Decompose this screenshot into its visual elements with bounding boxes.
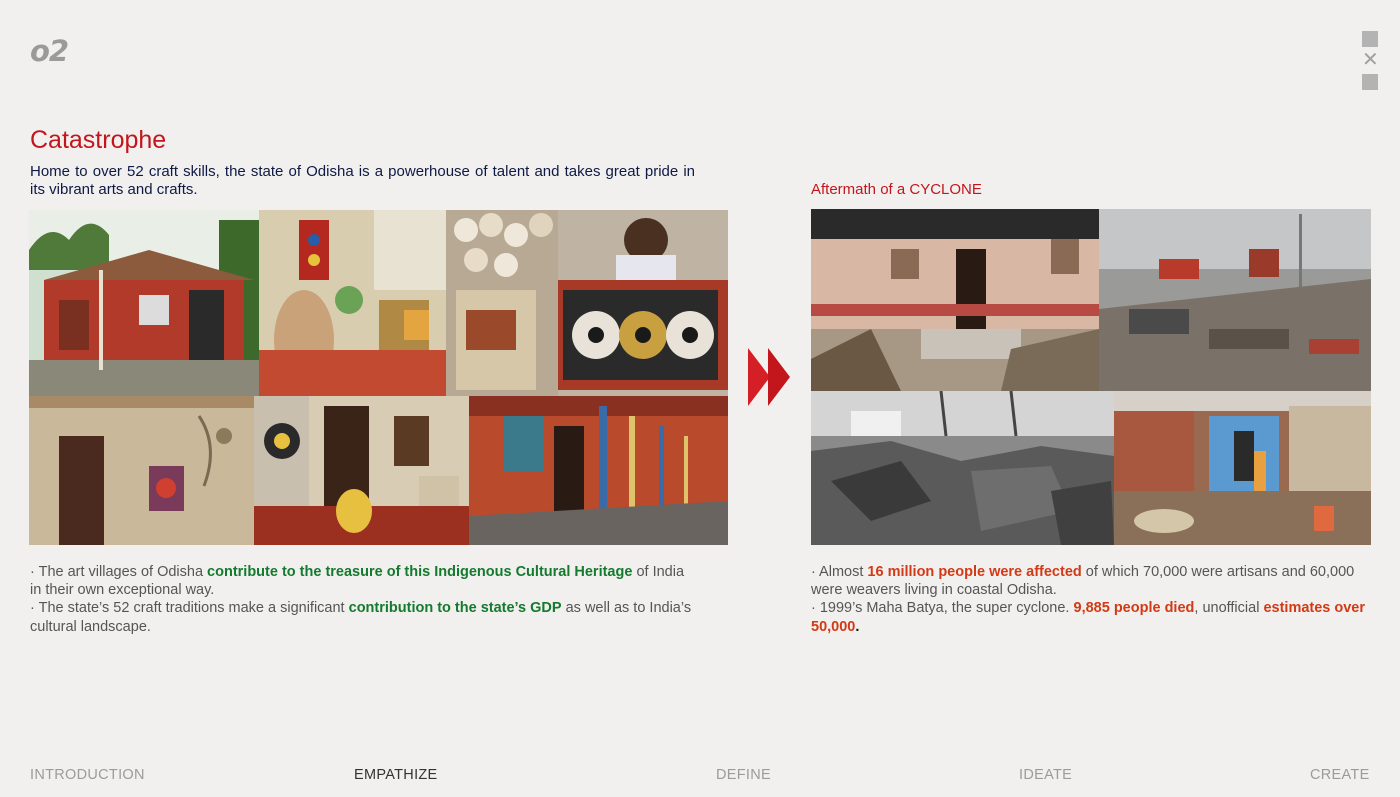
nav-create[interactable]: CREATE (1310, 767, 1370, 783)
aftermath-heading: Aftermath of a CYCLONE (811, 181, 982, 198)
mural-wall-photo (29, 396, 254, 545)
minimize-square-icon[interactable] (1362, 31, 1378, 47)
nav-define[interactable]: DEFINE (716, 767, 771, 783)
gdp-highlight: contribution to the state’s GDP (348, 600, 562, 617)
nav-empathize[interactable]: EMPATHIZE (354, 767, 438, 783)
affected-highlight: 16 million people were affected (867, 564, 1082, 580)
intro-text: Home to over 52 craft skills, the state … (30, 163, 695, 198)
painted-masks-photo (259, 210, 446, 396)
nav-ideate[interactable]: IDEATE (1019, 767, 1072, 783)
ruined-homes-photo (1114, 391, 1371, 545)
heritage-paragraph: · The art villages of Odisha contribute … (30, 564, 685, 599)
page-number: o2 (30, 34, 69, 68)
right-body-text: · Almost 16 million people were affected… (811, 563, 1371, 636)
nav-introduction[interactable]: INTRODUCTION (30, 767, 145, 783)
gdp-paragraph: · The state’s 52 craft traditions make a… (30, 600, 692, 635)
flattened-town-photo (1099, 209, 1371, 391)
cyclone-collage (811, 209, 1371, 545)
colonnade-photo (469, 396, 728, 545)
crafts-collage (29, 210, 728, 545)
heritage-highlight: contribute to the treasure of this Indig… (207, 564, 633, 580)
window-controls: ✕ (1362, 31, 1379, 90)
painted-house-photo (29, 210, 259, 396)
damaged-house-photo (811, 209, 1099, 391)
pattachitra-painting-photo (558, 210, 728, 396)
scrolls-photo (446, 210, 558, 396)
close-icon[interactable]: ✕ (1362, 50, 1379, 70)
cyclone-paragraph: · 1999’s Maha Batya, the super cyclone. … (811, 600, 1366, 635)
affected-paragraph: · Almost 16 million people were affected… (811, 564, 1355, 599)
page-title: Catastrophe (30, 126, 167, 154)
double-chevron-right-icon (748, 348, 790, 406)
left-body-text: · The art villages of Odisha contribute … (30, 563, 695, 636)
deaths-highlight: 9,885 people died (1073, 600, 1195, 617)
painted-deity-photo (254, 396, 469, 545)
debris-bw-photo (811, 391, 1114, 545)
square-icon[interactable] (1362, 74, 1378, 90)
